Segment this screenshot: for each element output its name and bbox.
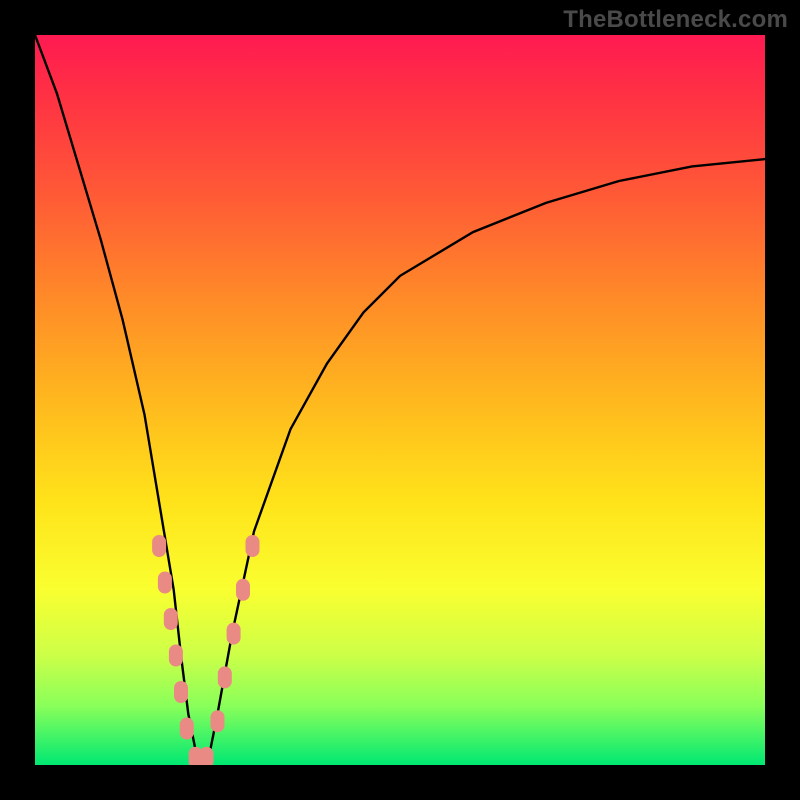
bottom-bead-2 [200, 747, 214, 765]
right-bead-3 [227, 623, 241, 645]
bottleneck-curve [35, 35, 765, 765]
chart-stage: TheBottleneck.com [0, 0, 800, 800]
left-bead-2 [158, 572, 172, 594]
left-bead-6 [180, 718, 194, 740]
right-bead-2 [218, 666, 232, 688]
plot-area [35, 35, 765, 765]
watermark-text: TheBottleneck.com [563, 6, 788, 34]
right-bead-5 [246, 535, 260, 557]
curve-svg [35, 35, 765, 765]
right-bead-4 [236, 579, 250, 601]
left-bead-4 [169, 645, 183, 667]
right-bead-1 [211, 710, 225, 732]
left-bead-3 [164, 608, 178, 630]
curve-markers [152, 535, 259, 765]
left-bead-5 [174, 681, 188, 703]
left-bead-1 [152, 535, 166, 557]
